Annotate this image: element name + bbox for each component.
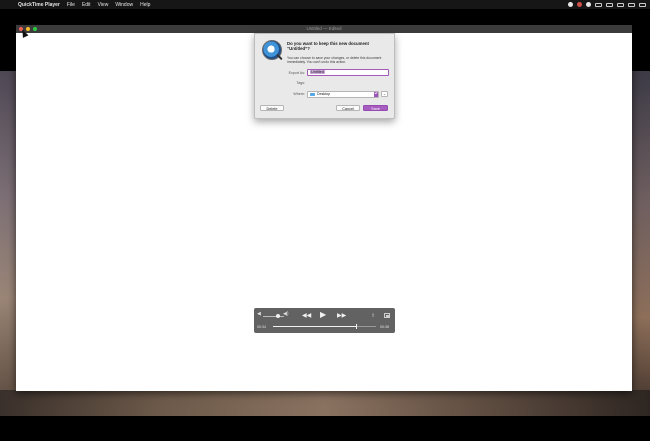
desktop: QuickTime Player File Edit View Window H… xyxy=(0,0,650,441)
volume-max-icon[interactable]: ◀) xyxy=(283,311,289,317)
delete-button[interactable]: Delete xyxy=(260,105,284,111)
export-as-label: Export As: xyxy=(288,71,305,75)
where-value: Desktop xyxy=(317,91,331,96)
volume-min-icon[interactable]: ◀ xyxy=(257,311,261,317)
menu-file[interactable]: File xyxy=(67,2,75,8)
fast-forward-button[interactable]: ▶▶ xyxy=(337,312,346,320)
menu-window[interactable]: Window xyxy=(115,2,133,8)
play-button[interactable]: ▶ xyxy=(320,311,326,319)
save-button[interactable]: Save xyxy=(363,105,388,111)
display-status-icon[interactable] xyxy=(595,2,602,7)
menu-edit[interactable]: Edit xyxy=(82,2,91,8)
wallpaper-bottom xyxy=(0,390,650,416)
current-time: 00:34 xyxy=(257,325,266,329)
keyboard-status-icon[interactable] xyxy=(606,2,613,7)
share-icon[interactable]: ⇧ xyxy=(371,313,375,319)
folder-icon xyxy=(310,92,315,97)
scrubber-progress xyxy=(273,326,357,327)
wifi-icon[interactable] xyxy=(628,2,635,7)
duration-time: 00:38 xyxy=(380,325,389,329)
menu-help[interactable]: Help xyxy=(140,2,150,8)
battery-icon[interactable] xyxy=(617,2,624,7)
sync-status-icon[interactable] xyxy=(586,2,591,7)
menu-view[interactable]: View xyxy=(98,2,109,8)
window-title: Untitled — Edited xyxy=(306,26,342,31)
menu-app-name[interactable]: QuickTime Player xyxy=(18,2,60,8)
rewind-button[interactable]: ◀◀ xyxy=(302,312,311,320)
menu-bar: QuickTime Player File Edit View Window H… xyxy=(0,0,650,9)
control-center-icon[interactable] xyxy=(639,2,646,7)
export-as-field[interactable]: Untitled xyxy=(307,69,389,76)
dock-area xyxy=(0,416,650,441)
status-menus xyxy=(568,2,650,7)
tags-label: Tags: xyxy=(296,81,305,85)
export-as-value: Untitled xyxy=(310,70,325,74)
record-status-icon[interactable] xyxy=(568,2,573,7)
wallpaper-right-edge xyxy=(630,70,650,400)
where-select[interactable]: Desktop ▴▾ xyxy=(307,91,379,98)
quicktime-app-icon xyxy=(262,40,282,60)
tags-field[interactable] xyxy=(307,80,389,86)
where-label: Where: xyxy=(293,92,305,96)
expand-dialog-button[interactable]: ⌄ xyxy=(381,91,388,97)
app-status-icon[interactable] xyxy=(577,2,582,7)
dialog-message: You can choose to save your changes, or … xyxy=(287,56,382,65)
volume-slider-knob[interactable] xyxy=(275,314,280,318)
cancel-button[interactable]: Cancel xyxy=(336,105,360,111)
window-titlebar[interactable]: Untitled — Edited xyxy=(16,25,632,33)
volume-slider-track[interactable] xyxy=(263,316,284,317)
select-arrows-icon: ▴▾ xyxy=(374,91,378,97)
scrubber-playhead[interactable] xyxy=(355,324,358,329)
dialog-title: Do you want to keep this new document “U… xyxy=(287,41,369,51)
picture-in-picture-icon[interactable] xyxy=(384,313,390,318)
